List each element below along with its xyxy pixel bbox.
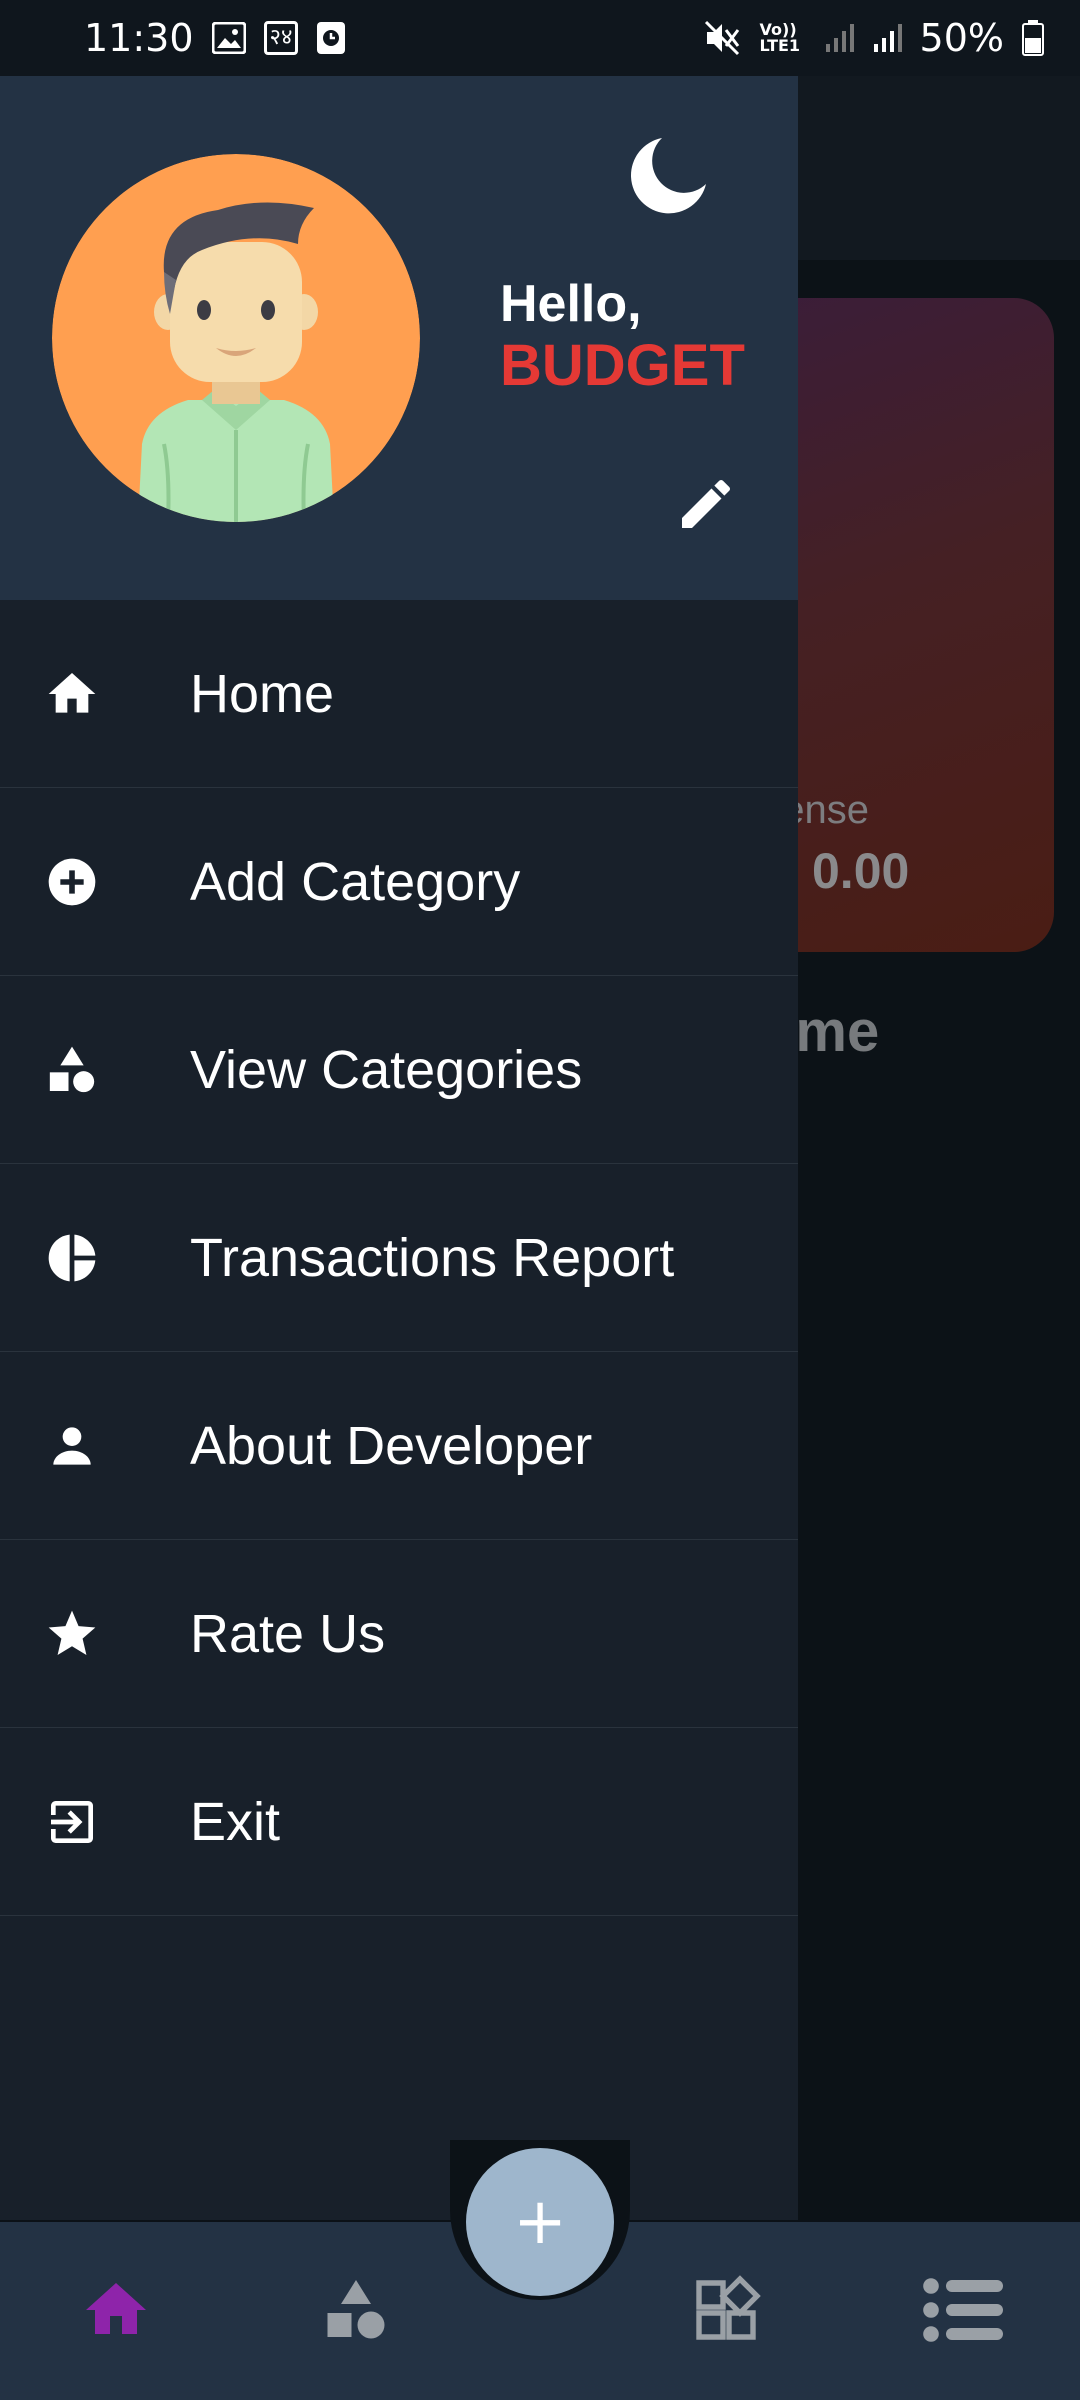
home-icon [80, 2274, 152, 2351]
greeting-text: Hello, [500, 275, 642, 333]
shapes-icon [0, 1042, 190, 1098]
nav-list-button[interactable] [914, 2262, 1014, 2362]
status-time: 11:30 [84, 16, 194, 60]
exit-icon [0, 1794, 190, 1850]
menu-item-label: Rate Us [190, 1603, 386, 1664]
plus-icon: + [513, 2185, 567, 2259]
status-bar-left: 11:30 २४ [84, 16, 346, 60]
list-icon [922, 2274, 1006, 2351]
navigation-drawer: Hello, BUDGET Home Add Category View Cat… [0, 76, 798, 2220]
add-transaction-fab[interactable]: + [466, 2148, 614, 2296]
gallery-notification-icon [211, 22, 246, 54]
menu-item-transactions-report[interactable]: Transactions Report [0, 1164, 798, 1352]
menu-item-label: Exit [190, 1791, 281, 1852]
menu-item-exit[interactable]: Exit [0, 1728, 798, 1916]
menu-item-view-categories[interactable]: View Categories [0, 976, 798, 1164]
background-card-value: 0.00 [812, 843, 910, 899]
drawer-header: Hello, BUDGET [0, 76, 798, 600]
shapes-icon [320, 2274, 392, 2351]
mute-icon [704, 20, 742, 56]
username-text: BUDGET [500, 333, 745, 398]
star-icon [0, 1606, 190, 1662]
menu-item-add-category[interactable]: Add Category [0, 788, 798, 976]
battery-icon [1022, 20, 1044, 56]
status-bar-right: Vo)) LTE1 50% [704, 16, 1044, 60]
network-type-label: Vo)) LTE1 [759, 20, 801, 55]
nav-categories-button[interactable] [306, 2262, 406, 2362]
pie-chart-icon [0, 1230, 190, 1286]
nav-widgets-button[interactable] [676, 2262, 776, 2362]
pencil-icon [674, 472, 738, 541]
menu-item-about-developer[interactable]: About Developer [0, 1352, 798, 1540]
dark-mode-toggle[interactable] [620, 130, 716, 226]
status-bar: 11:30 २४ Vo)) LTE1 50% [0, 0, 1080, 76]
avatar [52, 154, 420, 522]
drawer-menu: Home Add Category View Categories Transa… [0, 600, 798, 1916]
menu-item-label: About Developer [190, 1415, 593, 1476]
menu-item-rate-us[interactable]: Rate Us [0, 1540, 798, 1728]
person-icon [0, 1418, 190, 1474]
menu-item-label: Add Category [190, 851, 521, 912]
menu-item-label: Home [190, 663, 335, 724]
home-icon [0, 666, 190, 722]
battery-percent: 50% [919, 16, 1004, 60]
menu-item-home[interactable]: Home [0, 600, 798, 788]
edit-profile-button[interactable] [666, 466, 746, 546]
menu-item-label: View Categories [190, 1039, 583, 1100]
app-notification-icon: २४ [263, 21, 299, 55]
clock-notification-icon [316, 21, 346, 55]
moon-icon [626, 134, 710, 223]
signal-icon-sim1 [824, 22, 854, 54]
menu-item-label: Transactions Report [190, 1227, 675, 1288]
add-circle-icon [0, 854, 190, 910]
signal-icon-sim2 [872, 22, 902, 54]
nav-home-button[interactable] [66, 2262, 166, 2362]
widgets-icon [690, 2274, 762, 2351]
